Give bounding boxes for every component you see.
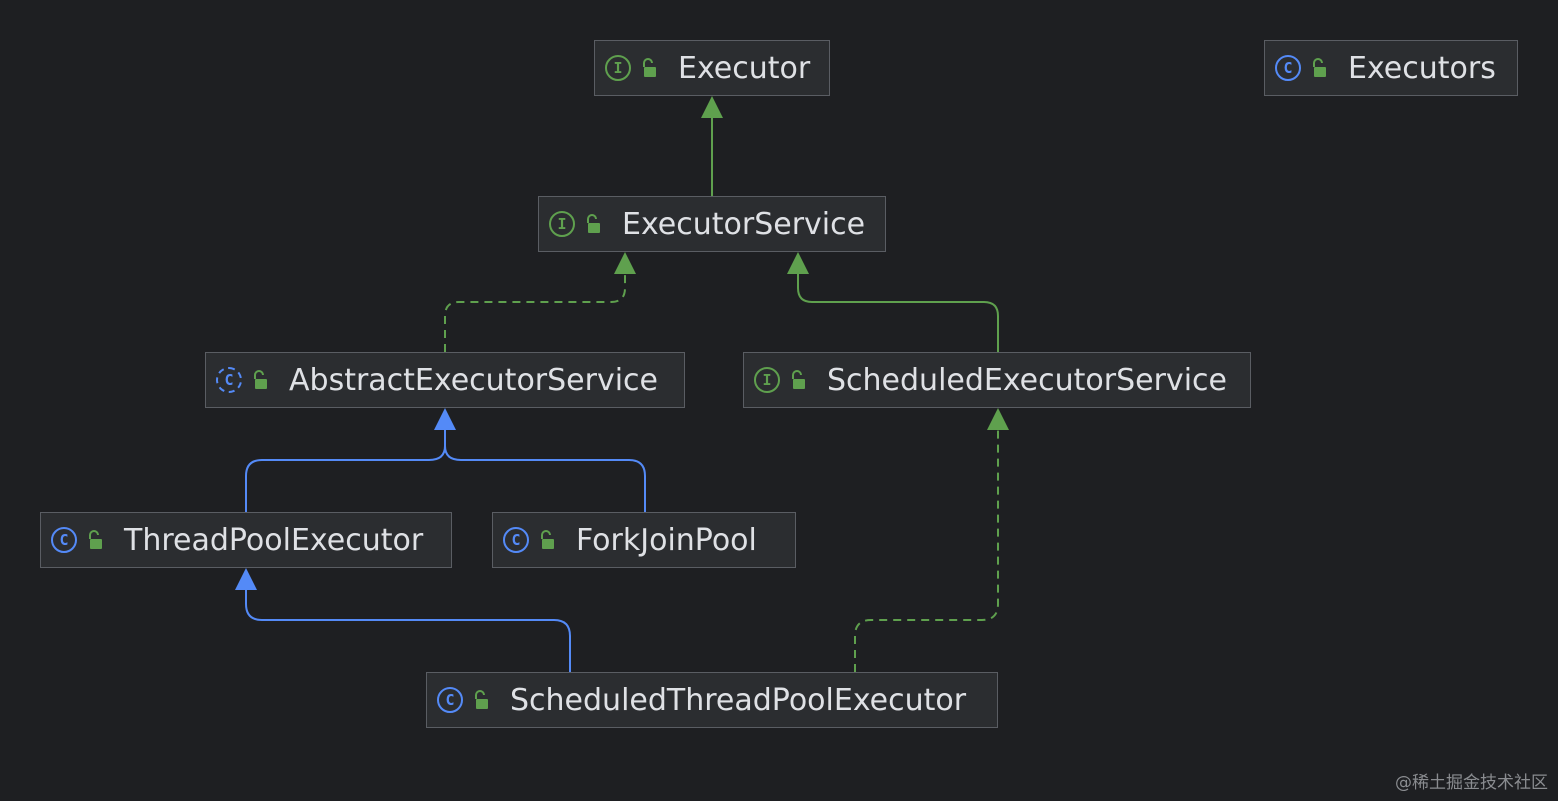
- class-icon: C: [437, 687, 463, 713]
- interface-icon: I: [754, 367, 780, 393]
- node-label: ExecutorService: [622, 206, 866, 242]
- class-icon: C: [1275, 55, 1301, 81]
- edge-scheduled-thread-pool-executor-to-scheduled-executor-service: [854, 430, 999, 672]
- edge-scheduled-executor-service-to-executor-service: [797, 274, 999, 352]
- interface-icon: I: [605, 55, 631, 81]
- edge-abstract-executor-service-to-executor-service: [444, 274, 626, 352]
- node-label: ScheduledThreadPoolExecutor: [510, 682, 967, 718]
- node-label: AbstractExecutorService: [289, 362, 659, 398]
- public-access-lock-icon: [254, 370, 267, 389]
- abstract-class-icon: C: [216, 367, 242, 393]
- node-label: ThreadPoolExecutor: [124, 522, 424, 558]
- node-abstract-executor-service[interactable]: C AbstractExecutorService: [205, 352, 685, 408]
- public-access-lock-icon: [643, 58, 656, 77]
- node-executor[interactable]: I Executor: [594, 40, 830, 96]
- public-access-lock-icon: [587, 214, 600, 233]
- arrowhead-abstract-executor-service: [434, 408, 456, 430]
- arrowhead-executor: [701, 96, 723, 118]
- public-access-lock-icon: [475, 690, 488, 709]
- arrowhead-executor-service: [787, 252, 809, 274]
- arrowhead-executor-service: [614, 252, 636, 274]
- class-icon: C: [51, 527, 77, 553]
- interface-icon: I: [549, 211, 575, 237]
- arrowhead-scheduled-executor-service: [987, 408, 1009, 430]
- public-access-lock-icon: [89, 530, 102, 549]
- class-icon: C: [503, 527, 529, 553]
- node-label: ScheduledExecutorService: [827, 362, 1227, 398]
- node-label: Executors: [1348, 50, 1496, 86]
- node-executor-service[interactable]: I ExecutorService: [538, 196, 886, 252]
- node-fork-join-pool[interactable]: C ForkJoinPool: [492, 512, 796, 568]
- node-label: Executor: [678, 50, 811, 86]
- node-scheduled-thread-pool-executor[interactable]: C ScheduledThreadPoolExecutor: [426, 672, 998, 728]
- public-access-lock-icon: [792, 370, 805, 389]
- edge-scheduled-thread-pool-executor-to-thread-pool-executor: [245, 590, 571, 672]
- edge-fork-join-pool-to-abstract-executor-service: [444, 430, 646, 512]
- node-thread-pool-executor[interactable]: C ThreadPoolExecutor: [40, 512, 452, 568]
- public-access-lock-icon: [1313, 58, 1326, 77]
- node-scheduled-executor-service[interactable]: I ScheduledExecutorService: [743, 352, 1251, 408]
- node-label: ForkJoinPool: [576, 522, 757, 558]
- edge-thread-pool-executor-to-abstract-executor-service: [245, 430, 446, 512]
- arrowhead-thread-pool-executor: [235, 568, 257, 590]
- watermark: @稀土掘金技术社区: [1395, 773, 1548, 793]
- public-access-lock-icon: [541, 530, 554, 549]
- node-executors[interactable]: C Executors: [1264, 40, 1518, 96]
